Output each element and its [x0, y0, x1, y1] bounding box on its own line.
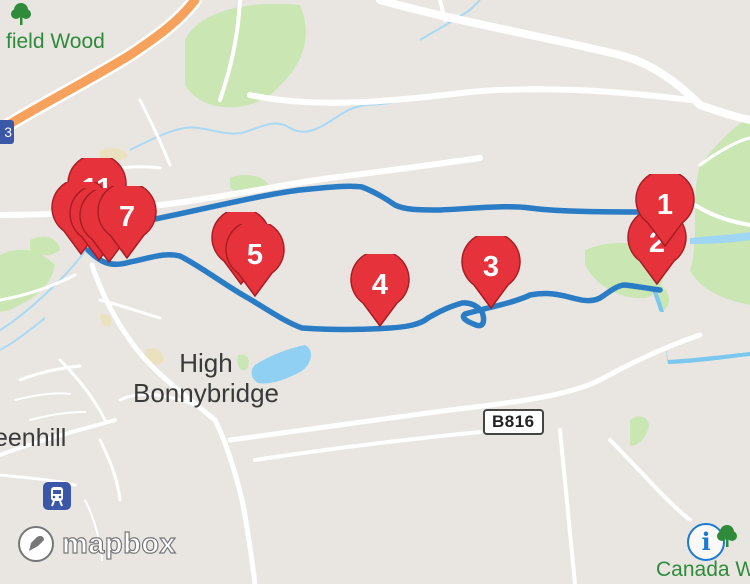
motorway-shield: 3 — [0, 120, 14, 144]
rail-station-icon[interactable] — [43, 482, 71, 510]
tree-icon — [717, 525, 737, 547]
marker-label: 1 — [656, 189, 674, 221]
route-marker-4[interactable]: 4 — [349, 254, 411, 328]
map-view[interactable]: field Wood 3 High Bonnybridge eenhill B8… — [0, 0, 750, 584]
place-label-wood: field Wood — [6, 30, 105, 53]
place-label-canada-wood: Canada W — [656, 558, 750, 581]
route-marker-3[interactable]: 3 — [460, 236, 522, 310]
place-label-line-2: Bonnybridge — [133, 378, 279, 408]
road-shield-b816: B816 — [483, 409, 544, 435]
route-marker-1-end[interactable]: 1 — [634, 174, 696, 248]
tree-icon — [11, 3, 31, 25]
place-label-line-1: High — [179, 348, 233, 378]
marker-label: 4 — [371, 269, 389, 301]
mapbox-wordmark: mapbox — [61, 527, 177, 560]
marker-label: 5 — [246, 239, 264, 271]
marker-label: 7 — [118, 201, 136, 233]
place-label-high-bonnybridge: High Bonnybridge — [133, 348, 279, 408]
route-marker-5[interactable]: 5 — [224, 224, 286, 298]
mapbox-attribution[interactable]: mapbox — [16, 524, 176, 564]
route-marker-7[interactable]: 7 — [96, 186, 158, 260]
marker-label: 3 — [482, 251, 500, 283]
mapbox-logo-icon — [18, 526, 54, 562]
place-label-greenhill: eenhill — [0, 424, 67, 452]
